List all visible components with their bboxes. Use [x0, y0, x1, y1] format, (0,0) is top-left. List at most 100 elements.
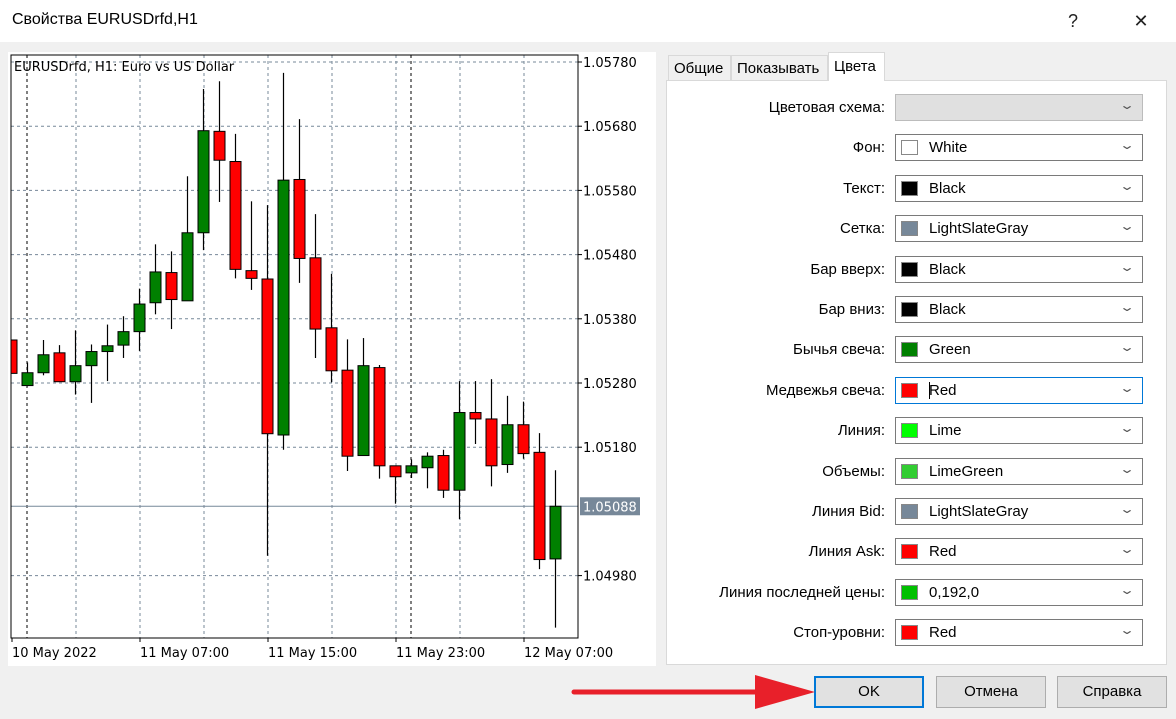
color-row-label: Бычья свеча:	[792, 341, 885, 359]
bear-candle	[309, 257, 322, 330]
color-row-label: Линия:	[837, 422, 885, 440]
bull-candle	[277, 179, 290, 436]
color-row: Медвежья свеча: Red ⌄	[667, 376, 1168, 404]
color-swatch	[901, 302, 918, 317]
bull-candle	[37, 354, 50, 374]
color-row-label: Сетка:	[840, 220, 885, 238]
ok-button[interactable]: OK	[814, 676, 924, 708]
bear-candle	[261, 278, 274, 435]
color-swatch	[901, 504, 918, 519]
color-row: Цветовая схема: ⌄	[667, 94, 1168, 121]
bull-candle	[149, 271, 162, 304]
color-row-label: Бар вверх:	[810, 260, 885, 278]
chevron-down-icon: ⌄	[1118, 300, 1136, 314]
color-row: Линия Ask: Red ⌄	[667, 538, 1168, 566]
chart-svg: 1.05780 1.05680 1.05580 1.05480 1.05380 1.052…	[0, 52, 640, 661]
bull-candle	[405, 465, 418, 474]
color-row-label: Медвежья свеча:	[765, 381, 885, 399]
bear-candle	[389, 465, 402, 478]
color-swatch	[901, 584, 918, 600]
color-swatch	[901, 342, 918, 358]
window-title: Свойства EURUSDrfd,H1	[12, 11, 198, 28]
bear-candle	[469, 412, 482, 420]
tab-0[interactable]: Общие	[668, 55, 731, 80]
color-swatch	[901, 180, 918, 196]
bid-price-label: 1.05088	[583, 500, 637, 515]
color-row: Сетка: LightSlateGray ⌄	[667, 215, 1168, 243]
y-tick-label: 1.05680	[583, 120, 637, 135]
color-row: Стоп-уровни: Red ⌄	[667, 619, 1168, 647]
color-dropdown[interactable]: ⌄	[895, 94, 1143, 121]
color-swatch	[901, 221, 918, 237]
bull-candle	[69, 365, 82, 383]
help-icon[interactable]: ?	[1053, 6, 1093, 36]
color-dropdown[interactable]: Black ⌄	[895, 255, 1143, 283]
color-dropdown[interactable]: Green ⌄	[895, 336, 1143, 364]
color-row-label: Текст:	[843, 179, 885, 197]
bear-candle	[533, 451, 546, 561]
title-bar: Свойства EURUSDrfd,H1 ? ✕	[0, 0, 1176, 42]
chevron-down-icon: ⌄	[1118, 502, 1136, 516]
close-icon[interactable]: ✕	[1121, 6, 1161, 36]
color-dropdown[interactable]: Black ⌄	[895, 174, 1143, 202]
color-value: Black	[929, 179, 966, 197]
bull-candle	[357, 365, 370, 457]
x-tick-label: 11 May 15:00	[268, 646, 357, 661]
color-swatch	[901, 382, 918, 398]
color-swatch	[901, 423, 918, 439]
color-dropdown[interactable]: LimeGreen ⌄	[895, 457, 1143, 485]
color-dropdown[interactable]: White ⌄	[895, 134, 1143, 162]
x-tick-label: 12 May 07:00	[524, 646, 613, 661]
color-value: Lime	[929, 422, 962, 440]
color-swatch	[901, 544, 918, 560]
chart-title: EURUSDrfd, H1: Euro vs US Dollar	[14, 60, 235, 75]
color-dropdown[interactable]: LightSlateGray ⌄	[895, 498, 1143, 525]
arrow-head	[755, 675, 815, 709]
bear-candle	[229, 161, 242, 270]
y-tick-label: 1.05480	[583, 249, 637, 264]
chevron-down-icon: ⌄	[1118, 138, 1136, 153]
chevron-down-icon: ⌄	[1118, 178, 1136, 193]
x-tick-label: 10 May 2022	[12, 646, 97, 661]
bear-candle	[485, 418, 498, 467]
y-tick-label: 1.05280	[583, 377, 637, 392]
chevron-down-icon: ⌄	[1118, 542, 1136, 557]
color-dropdown[interactable]: Lime ⌄	[895, 417, 1143, 445]
color-value: LightSlateGray	[929, 220, 1029, 238]
color-dropdown[interactable]: Red ⌄	[895, 376, 1143, 404]
color-dropdown[interactable]: LightSlateGray ⌄	[895, 215, 1143, 243]
color-row-label: Бар вниз:	[818, 301, 885, 318]
bull-candle	[85, 351, 98, 367]
color-value: Red	[929, 624, 957, 642]
bull-candle	[133, 303, 146, 333]
chevron-down-icon: ⌄	[1118, 421, 1136, 436]
bear-candle	[213, 130, 226, 161]
bear-candle	[325, 327, 338, 372]
color-dropdown[interactable]: Black ⌄	[895, 296, 1143, 323]
chevron-down-icon: ⌄	[1118, 461, 1136, 476]
color-row-label: Линия Ask:	[808, 543, 885, 561]
color-value: Black	[929, 260, 966, 278]
color-row: Бар вверх: Black ⌄	[667, 255, 1168, 283]
tab-2[interactable]: Цвета	[828, 52, 885, 81]
color-row: Бычья свеча: Green ⌄	[667, 336, 1168, 364]
bear-candle	[53, 352, 66, 383]
color-row-label: Линия Bid:	[811, 503, 885, 520]
y-tick-label: 1.04980	[583, 570, 637, 585]
color-dropdown[interactable]: Red ⌄	[895, 619, 1143, 647]
tab-1[interactable]: Показывать	[731, 55, 828, 80]
bear-candle	[165, 272, 178, 301]
chevron-down-icon: ⌄	[1118, 380, 1136, 395]
color-swatch	[901, 463, 918, 479]
bull-candle	[101, 345, 114, 353]
color-dropdown[interactable]: Red ⌄	[895, 538, 1143, 566]
color-value: Green	[929, 341, 971, 359]
color-value: Red	[929, 381, 957, 399]
cancel-button[interactable]: Отмена	[936, 676, 1046, 708]
y-tick-label: 1.05580	[583, 184, 637, 199]
help-button[interactable]: Справка	[1057, 676, 1167, 708]
color-row-label: Фон:	[852, 139, 885, 157]
color-dropdown[interactable]: 0,192,0 ⌄	[895, 578, 1143, 606]
color-value: Black	[929, 301, 966, 318]
chevron-down-icon: ⌄	[1118, 582, 1136, 597]
